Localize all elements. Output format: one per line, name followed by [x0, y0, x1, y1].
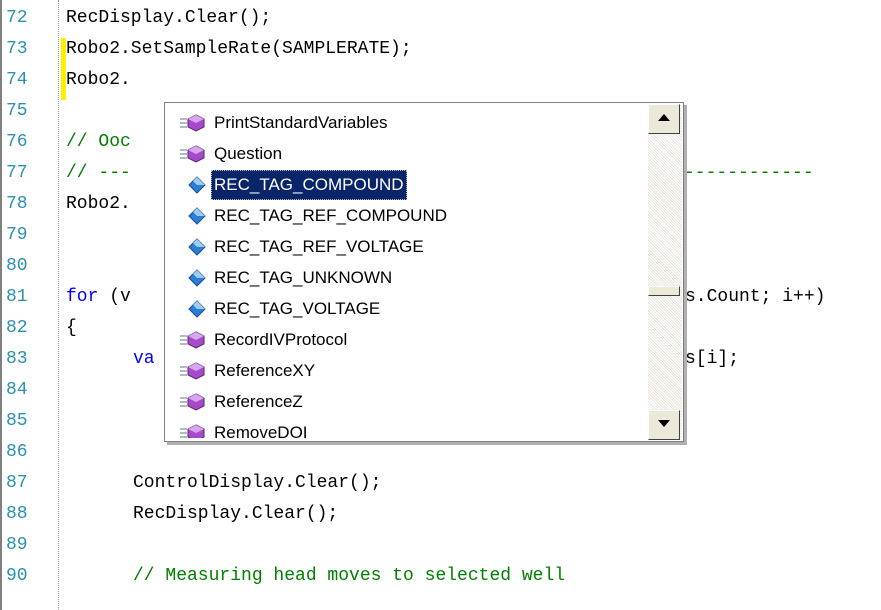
code-text: Robo2.: [66, 194, 131, 214]
method-icon: [177, 356, 211, 386]
line-number: 72: [6, 8, 28, 28]
completion-item-label: REC_TAG_COMPOUND: [211, 170, 407, 200]
completion-item-label: ReferenceXY: [214, 361, 316, 380]
method-icon: [177, 108, 211, 138]
completion-item-label: RecordIVProtocol: [214, 330, 348, 349]
completion-item[interactable]: PrintStandardVariables: [173, 108, 649, 138]
line-number: 89: [6, 535, 28, 555]
code-line[interactable]: // Ooc: [66, 127, 131, 158]
code-line[interactable]: Robo2.SetSampleRate(SAMPLERATE);: [66, 34, 412, 65]
code-line[interactable]: // ---: [66, 158, 131, 189]
enum-member-icon: [177, 170, 211, 200]
scroll-thumb[interactable]: [648, 286, 680, 296]
code-text: Robo2.SetSampleRate(SAMPLERATE);: [66, 39, 412, 59]
completion-item-label: REC_TAG_REF_COMPOUND: [214, 206, 447, 225]
arrow-up-icon: [658, 114, 670, 121]
line-number: 79: [6, 225, 28, 245]
line-number: 90: [6, 566, 28, 586]
code-line-tail: ------------: [684, 163, 814, 183]
code-text: RecDisplay.Clear();: [66, 8, 272, 28]
completion-item[interactable]: REC_TAG_COMPOUND: [173, 170, 649, 200]
code-line-tail: s.Count; i++): [685, 287, 826, 307]
line-number: 78: [6, 194, 28, 214]
completion-item[interactable]: Question: [173, 139, 649, 169]
enum-member-icon: [177, 263, 211, 293]
completion-item-label: REC_TAG_REF_VOLTAGE: [214, 237, 424, 256]
completion-item-label: REC_TAG_VOLTAGE: [214, 299, 381, 318]
code-line-tail: s[i];: [685, 349, 740, 369]
completion-item[interactable]: ReferenceXY: [173, 356, 649, 386]
scroll-up-button[interactable]: [648, 104, 680, 134]
completion-item[interactable]: REC_TAG_REF_VOLTAGE: [173, 232, 649, 262]
completion-item[interactable]: REC_TAG_REF_COMPOUND: [173, 201, 649, 231]
completion-item[interactable]: RecordIVProtocol: [173, 325, 649, 355]
line-number: 83: [6, 349, 28, 369]
line-number: 77: [6, 163, 28, 183]
code-line[interactable]: for (v: [66, 282, 131, 313]
code-line[interactable]: Robo2.: [66, 189, 131, 220]
line-number: 85: [6, 411, 28, 431]
completion-item[interactable]: RemoveDOI: [173, 418, 649, 438]
line-number: 84: [6, 380, 28, 400]
line-number: 86: [6, 442, 28, 462]
code-line[interactable]: Robo2.: [66, 65, 131, 96]
code-text: Robo2.: [66, 70, 131, 90]
code-line[interactable]: va: [66, 344, 155, 375]
completion-item-label: PrintStandardVariables: [214, 113, 388, 132]
method-icon: [177, 387, 211, 417]
code-text: ControlDisplay.Clear();: [133, 473, 382, 493]
completion-item[interactable]: REC_TAG_VOLTAGE: [173, 294, 649, 324]
code-text: // Measuring head moves to selected well: [133, 566, 566, 586]
code-line[interactable]: RecDisplay.Clear();: [66, 3, 271, 34]
gutter-separator: [58, 0, 59, 610]
intellisense-completion-list[interactable]: PrintStandardVariables Question REC_TAG_CO…: [164, 102, 684, 442]
code-text: // ---: [66, 163, 131, 183]
keyword-token: for: [66, 287, 99, 307]
code-text: RecDisplay.Clear();: [133, 504, 339, 524]
code-text: (v: [98, 287, 131, 307]
code-line[interactable]: {: [66, 313, 77, 344]
completion-item[interactable]: ReferenceZ: [173, 387, 649, 417]
code-line[interactable]: RecDisplay.Clear();: [66, 499, 338, 530]
code-text: {: [66, 318, 77, 338]
completion-items[interactable]: PrintStandardVariables Question REC_TAG_CO…: [173, 108, 649, 438]
enum-member-icon: [177, 232, 211, 262]
enum-member-icon: [177, 294, 211, 324]
line-number: 73: [6, 39, 28, 59]
line-number: 74: [6, 70, 28, 90]
method-icon: [177, 139, 211, 169]
completion-item-label: Question: [214, 144, 283, 163]
line-number: 81: [6, 287, 28, 307]
code-line[interactable]: // Measuring head moves to selected well: [66, 561, 565, 592]
completion-scrollbar[interactable]: [648, 104, 682, 440]
line-number: 75: [6, 101, 28, 121]
completion-item[interactable]: REC_TAG_UNKNOWN: [173, 263, 649, 293]
line-number: 82: [6, 318, 28, 338]
method-icon: [177, 418, 211, 438]
completion-item-label: REC_TAG_UNKNOWN: [214, 268, 393, 287]
code-line[interactable]: ControlDisplay.Clear();: [66, 468, 381, 499]
line-number: 88: [6, 504, 28, 524]
method-icon: [177, 325, 211, 355]
line-number: 87: [6, 473, 28, 493]
completion-item-label: ReferenceZ: [214, 392, 303, 411]
code-text: // Ooc: [66, 132, 131, 152]
enum-member-icon: [177, 201, 211, 231]
keyword-token: va: [133, 349, 155, 369]
completion-item-label: RemoveDOI: [214, 423, 308, 438]
line-number: 76: [6, 132, 28, 152]
scroll-down-button[interactable]: [648, 410, 680, 440]
arrow-down-icon: [658, 420, 670, 427]
line-number: 80: [6, 256, 28, 276]
